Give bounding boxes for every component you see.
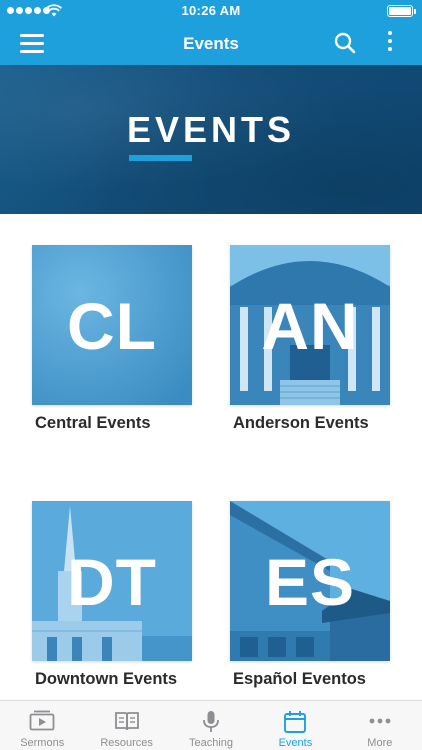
tab-events[interactable]: Events [253,701,337,750]
more-vertical-icon[interactable] [384,31,396,57]
tile-downtown-events[interactable]: DT Downtown Events [32,501,192,691]
hero-underline [129,155,192,161]
tile-letters: CL [67,289,157,363]
tile-label: Central Events [35,414,151,432]
tab-bar: Sermons Resources Teaching Events More [0,700,422,750]
tab-label: Teaching [188,737,234,749]
tab-teaching[interactable]: Teaching [169,701,253,750]
status-time: 10:26 AM [181,3,241,18]
more-horizontal-icon [369,718,391,724]
tab-label: Events [278,737,313,749]
tile-image: DT [32,501,192,661]
tile-letters: DT [67,545,157,619]
tile-label: Español Eventos [233,670,366,688]
tile-image: AN [230,245,390,405]
tile-central-events[interactable]: CL Central Events [32,245,192,435]
tab-label: More [367,737,393,749]
tile-image: ES [230,501,390,661]
battery-icon [387,5,416,17]
search-icon[interactable] [334,32,356,54]
tile-espanol-eventos[interactable]: ES Español Eventos [230,501,390,691]
video-icon [29,710,55,731]
tile-letters: AN [261,289,359,363]
hero-banner: EVENTS [0,65,422,214]
hero-title: EVENTS [126,109,296,150]
tile-anderson-events[interactable]: AN Anderson Events [230,245,390,435]
tab-sermons[interactable]: Sermons [0,701,84,750]
page-title: Events [183,34,239,53]
tab-resources[interactable]: Resources [84,701,168,750]
tile-label: Anderson Events [233,414,369,432]
tab-more[interactable]: More [338,701,422,750]
book-icon [114,712,139,731]
tile-label: Downtown Events [35,670,178,688]
status-bar: 10:26 AM [0,0,422,22]
tile-letters: ES [264,545,356,619]
calendar-icon [284,711,307,733]
microphone-icon [203,711,219,732]
tile-image: CL [32,245,192,405]
tab-label: Resources [100,737,153,749]
nav-bar: Events [0,22,422,65]
tab-label: Sermons [20,737,65,749]
